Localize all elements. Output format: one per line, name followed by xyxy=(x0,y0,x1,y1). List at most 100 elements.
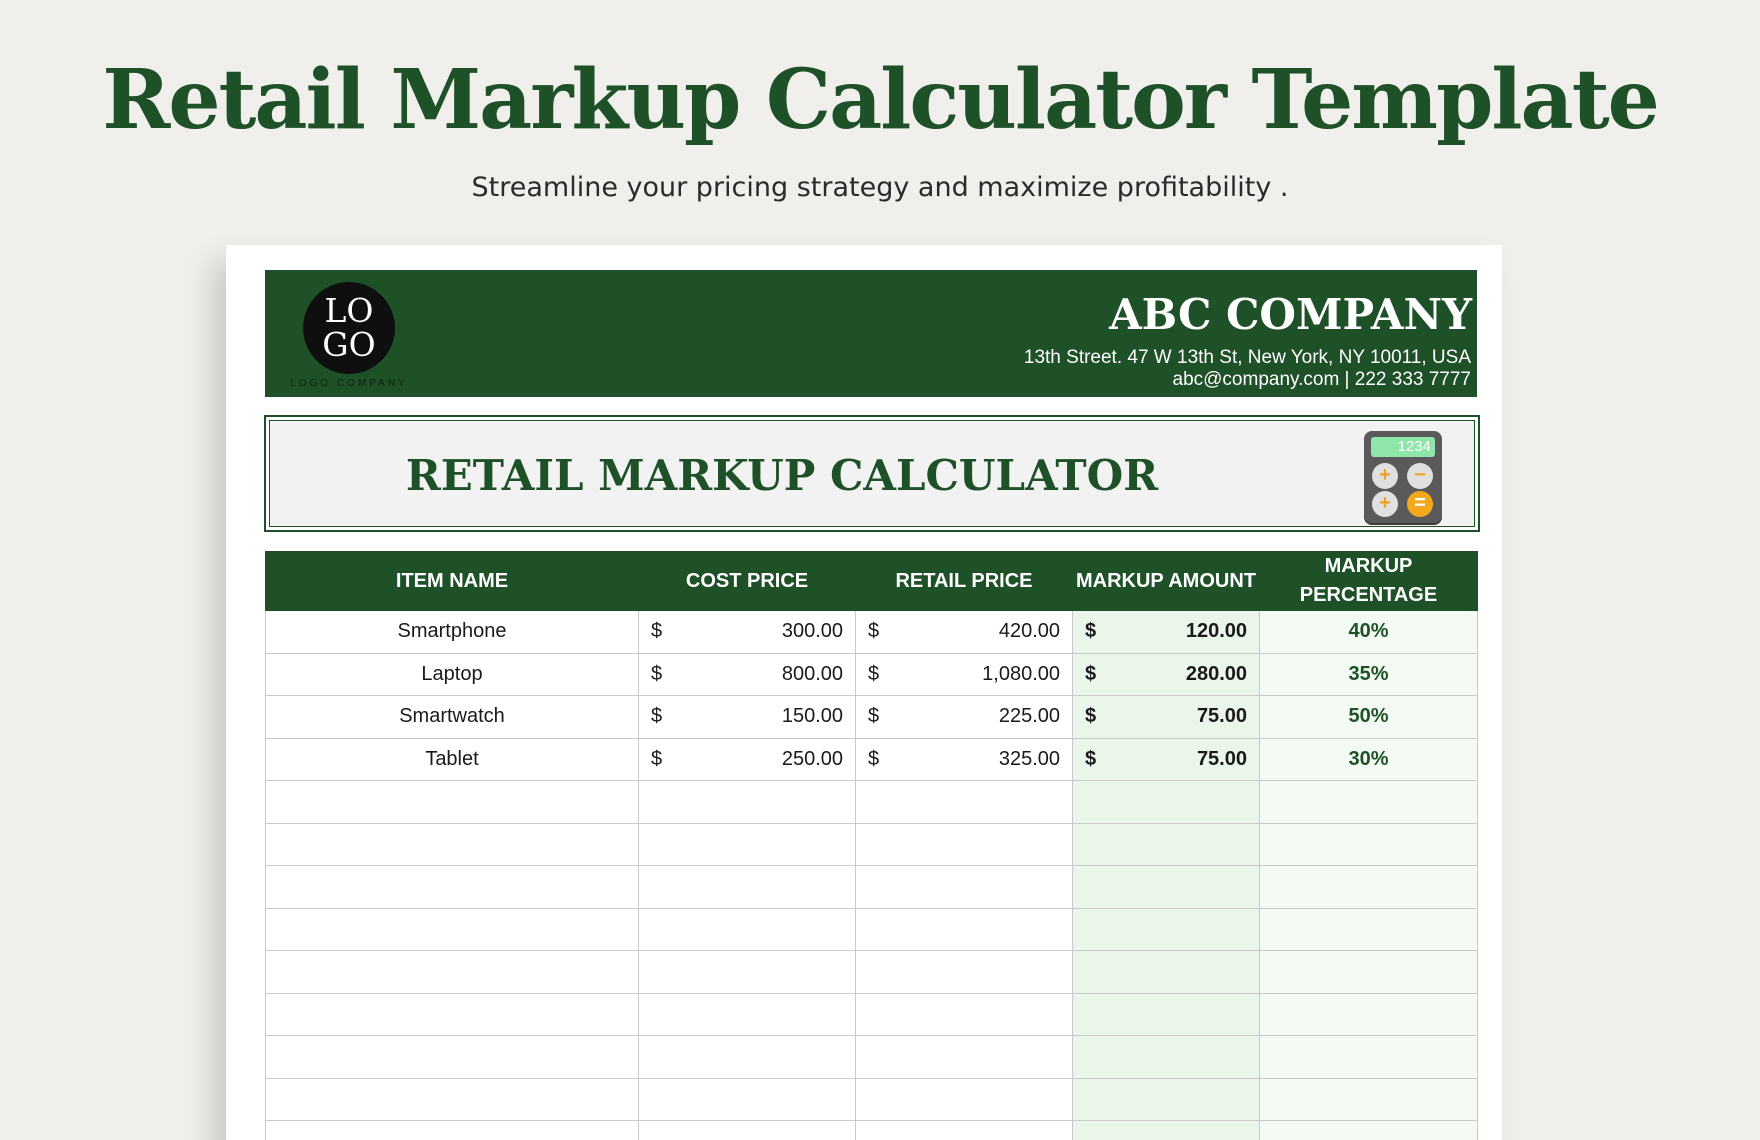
empty-cell[interactable] xyxy=(1259,1035,1478,1079)
empty-cell[interactable] xyxy=(855,992,1073,1036)
table-row-empty xyxy=(265,1077,1478,1121)
table-row-empty xyxy=(265,822,1478,866)
empty-cell[interactable] xyxy=(265,822,639,866)
cell-item-name[interactable]: Laptop xyxy=(265,652,639,696)
table-row-empty xyxy=(265,992,1478,1036)
empty-cell[interactable] xyxy=(855,822,1073,866)
currency-symbol: $ xyxy=(868,662,880,685)
calculator-title: RETAIL MARKUP CALCULATOR xyxy=(405,451,1159,500)
cell-retail-price[interactable]: $225.00 xyxy=(855,695,1073,739)
logo-icon: LO GO xyxy=(303,282,395,374)
empty-cell[interactable] xyxy=(855,865,1073,909)
spreadsheet-sheet: LO GO LOGO COMPANY ABC COMPANY 13th Stre… xyxy=(226,245,1502,1140)
col-header-retail-price[interactable]: RETAIL PRICE xyxy=(855,551,1073,611)
col-header-markup-percentage[interactable]: MARKUP PERCENTAGE xyxy=(1259,551,1478,611)
empty-cell[interactable] xyxy=(1259,1077,1478,1121)
empty-cell[interactable] xyxy=(265,780,639,824)
plus-icon: + xyxy=(1372,463,1398,489)
cost-value: 300.00 xyxy=(781,620,843,643)
empty-cell[interactable] xyxy=(265,992,639,1036)
empty-cell[interactable] xyxy=(1259,1120,1478,1140)
cell-markup-amount[interactable]: $280.00 xyxy=(1072,652,1260,696)
cell-markup-percentage[interactable]: 35% xyxy=(1259,652,1478,696)
empty-cell[interactable] xyxy=(265,950,639,994)
empty-cell[interactable] xyxy=(1072,1035,1260,1079)
cell-cost-price[interactable]: $800.00 xyxy=(638,652,856,696)
cell-retail-price[interactable]: $325.00 xyxy=(855,737,1073,781)
empty-cell[interactable] xyxy=(855,1077,1073,1121)
table-row-empty xyxy=(265,1120,1478,1140)
calculator-icon: 1234 + − + = xyxy=(1364,431,1442,523)
cell-item-name[interactable]: Smartphone xyxy=(265,610,639,654)
cell-markup-amount[interactable]: $120.00 xyxy=(1072,610,1260,654)
calculator-screen: 1234 xyxy=(1371,437,1435,457)
cost-value: 250.00 xyxy=(781,747,843,770)
empty-cell[interactable] xyxy=(1072,907,1260,951)
table-row: Tablet $250.00 $325.00 $75.00 30% xyxy=(265,737,1478,781)
empty-cell[interactable] xyxy=(638,907,856,951)
empty-cell[interactable] xyxy=(1259,822,1478,866)
empty-cell[interactable] xyxy=(638,1035,856,1079)
empty-cell[interactable] xyxy=(638,780,856,824)
cost-value: 150.00 xyxy=(781,705,843,728)
empty-cell[interactable] xyxy=(265,1035,639,1079)
empty-cell[interactable] xyxy=(1072,865,1260,909)
table-row: Laptop $800.00 $1,080.00 $280.00 35% xyxy=(265,652,1478,696)
cell-retail-price[interactable]: $420.00 xyxy=(855,610,1073,654)
empty-cell[interactable] xyxy=(265,865,639,909)
empty-cell[interactable] xyxy=(638,822,856,866)
empty-cell[interactable] xyxy=(638,1077,856,1121)
table-row: Smartwatch $150.00 $225.00 $75.00 50% xyxy=(265,695,1478,739)
currency-symbol: $ xyxy=(651,662,663,685)
empty-cell[interactable] xyxy=(265,907,639,951)
empty-cell[interactable] xyxy=(1259,780,1478,824)
table-row-empty xyxy=(265,780,1478,824)
cell-cost-price[interactable]: $150.00 xyxy=(638,695,856,739)
currency-symbol: $ xyxy=(1085,705,1097,728)
empty-cell[interactable] xyxy=(1072,950,1260,994)
retail-value: 225.00 xyxy=(998,705,1060,728)
empty-cell[interactable] xyxy=(638,950,856,994)
empty-cell[interactable] xyxy=(1259,992,1478,1036)
cost-value: 800.00 xyxy=(781,662,843,685)
cell-markup-percentage[interactable]: 50% xyxy=(1259,695,1478,739)
calculator-title-box: RETAIL MARKUP CALCULATOR 1234 + − + = xyxy=(264,415,1480,532)
empty-cell[interactable] xyxy=(265,1120,639,1140)
empty-cell[interactable] xyxy=(855,1120,1073,1140)
empty-cell[interactable] xyxy=(1072,992,1260,1036)
currency-symbol: $ xyxy=(1085,747,1097,770)
cell-markup-amount[interactable]: $75.00 xyxy=(1072,737,1260,781)
empty-cell[interactable] xyxy=(638,865,856,909)
retail-value: 1,080.00 xyxy=(982,662,1060,685)
cell-cost-price[interactable]: $300.00 xyxy=(638,610,856,654)
empty-cell[interactable] xyxy=(855,907,1073,951)
markup-value: 75.00 xyxy=(1196,747,1247,770)
empty-cell[interactable] xyxy=(1072,1077,1260,1121)
empty-cell[interactable] xyxy=(638,992,856,1036)
empty-cell[interactable] xyxy=(855,950,1073,994)
empty-cell[interactable] xyxy=(638,1120,856,1140)
empty-cell[interactable] xyxy=(1259,865,1478,909)
empty-cell[interactable] xyxy=(1259,907,1478,951)
empty-cell[interactable] xyxy=(1072,822,1260,866)
cell-retail-price[interactable]: $1,080.00 xyxy=(855,652,1073,696)
cell-item-name[interactable]: Tablet xyxy=(265,737,639,781)
cell-markup-percentage[interactable]: 40% xyxy=(1259,610,1478,654)
currency-symbol: $ xyxy=(868,620,880,643)
cell-markup-percentage[interactable]: 30% xyxy=(1259,737,1478,781)
empty-cell[interactable] xyxy=(265,1077,639,1121)
empty-cell[interactable] xyxy=(1072,780,1260,824)
col-header-cost-price[interactable]: COST PRICE xyxy=(638,551,856,611)
markup-value: 75.00 xyxy=(1196,705,1247,728)
col-header-item-name[interactable]: ITEM NAME xyxy=(265,551,639,611)
cell-item-name[interactable]: Smartwatch xyxy=(265,695,639,739)
cell-cost-price[interactable]: $250.00 xyxy=(638,737,856,781)
empty-cell[interactable] xyxy=(855,1035,1073,1079)
retail-value: 420.00 xyxy=(998,620,1060,643)
empty-cell[interactable] xyxy=(1072,1120,1260,1140)
col-header-markup-amount[interactable]: MARKUP AMOUNT xyxy=(1072,551,1260,611)
currency-symbol: $ xyxy=(868,747,880,770)
cell-markup-amount[interactable]: $75.00 xyxy=(1072,695,1260,739)
empty-cell[interactable] xyxy=(1259,950,1478,994)
empty-cell[interactable] xyxy=(855,780,1073,824)
